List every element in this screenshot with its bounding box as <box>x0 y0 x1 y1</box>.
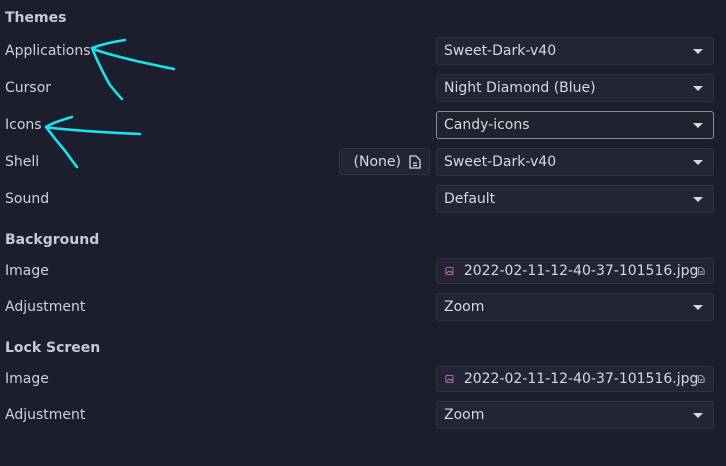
chevron-down-icon <box>693 196 703 202</box>
label-icons: Icons <box>5 117 42 133</box>
cursor-theme-value: Night Diamond (Blue) <box>444 80 596 96</box>
label-background-image: Image <box>5 263 49 279</box>
chevron-down-icon <box>693 48 703 54</box>
lock-screen-adjustment-dropdown[interactable]: Zoom <box>436 401 714 429</box>
lock-screen-adjustment-value: Zoom <box>444 407 485 423</box>
arrow-applications <box>90 38 176 101</box>
label-sound: Sound <box>5 191 50 207</box>
sound-theme-value: Default <box>444 191 496 207</box>
lock-screen-image-file-button[interactable]: 2022-02-11-12-40-37-101516.jpg <box>436 366 714 392</box>
applications-theme-value: Sweet-Dark-v40 <box>444 43 557 59</box>
label-background-adjustment: Adjustment <box>5 299 86 315</box>
document-icon <box>698 267 705 275</box>
annotation-arrows <box>44 38 176 169</box>
label-lock-screen-image: Image <box>5 371 49 387</box>
sound-theme-dropdown[interactable]: Default <box>436 185 714 213</box>
label-applications: Applications <box>5 43 91 59</box>
applications-theme-dropdown[interactable]: Sweet-Dark-v40 <box>436 37 714 65</box>
label-cursor: Cursor <box>5 80 52 96</box>
section-title-themes: Themes <box>5 10 67 26</box>
label-lock-screen-adjustment: Adjustment <box>5 407 86 423</box>
chevron-down-icon <box>693 304 703 310</box>
label-shell: Shell <box>5 154 40 170</box>
shell-file-button[interactable]: (None) <box>339 148 430 175</box>
icons-theme-dropdown[interactable]: Candy-icons <box>436 111 714 139</box>
icons-theme-value: Candy-icons <box>444 117 530 133</box>
background-image-file-button[interactable]: 2022-02-11-12-40-37-101516.jpg <box>436 258 714 284</box>
document-icon <box>698 375 705 383</box>
cursor-theme-dropdown[interactable]: Night Diamond (Blue) <box>436 74 714 102</box>
chevron-down-icon <box>693 85 703 91</box>
shell-theme-value: Sweet-Dark-v40 <box>444 154 557 170</box>
chevron-down-icon <box>693 159 703 165</box>
document-icon <box>409 154 421 169</box>
background-adjustment-dropdown[interactable]: Zoom <box>436 293 714 321</box>
section-title-background: Background <box>5 232 100 248</box>
image-icon <box>445 267 454 275</box>
chevron-down-icon <box>693 412 703 418</box>
chevron-down-icon <box>693 122 703 128</box>
arrow-icons <box>44 115 142 169</box>
settings-panel: Themes Applications Sweet-Dark-v40 Curso… <box>0 0 726 466</box>
lock-screen-image-filename: 2022-02-11-12-40-37-101516.jpg <box>463 371 699 387</box>
background-adjustment-value: Zoom <box>444 299 485 315</box>
section-title-lock-screen: Lock Screen <box>5 340 101 356</box>
image-icon <box>445 375 454 383</box>
background-image-filename: 2022-02-11-12-40-37-101516.jpg <box>463 263 699 279</box>
shell-theme-dropdown[interactable]: Sweet-Dark-v40 <box>436 148 714 176</box>
shell-file-button-label: (None) <box>353 153 401 170</box>
